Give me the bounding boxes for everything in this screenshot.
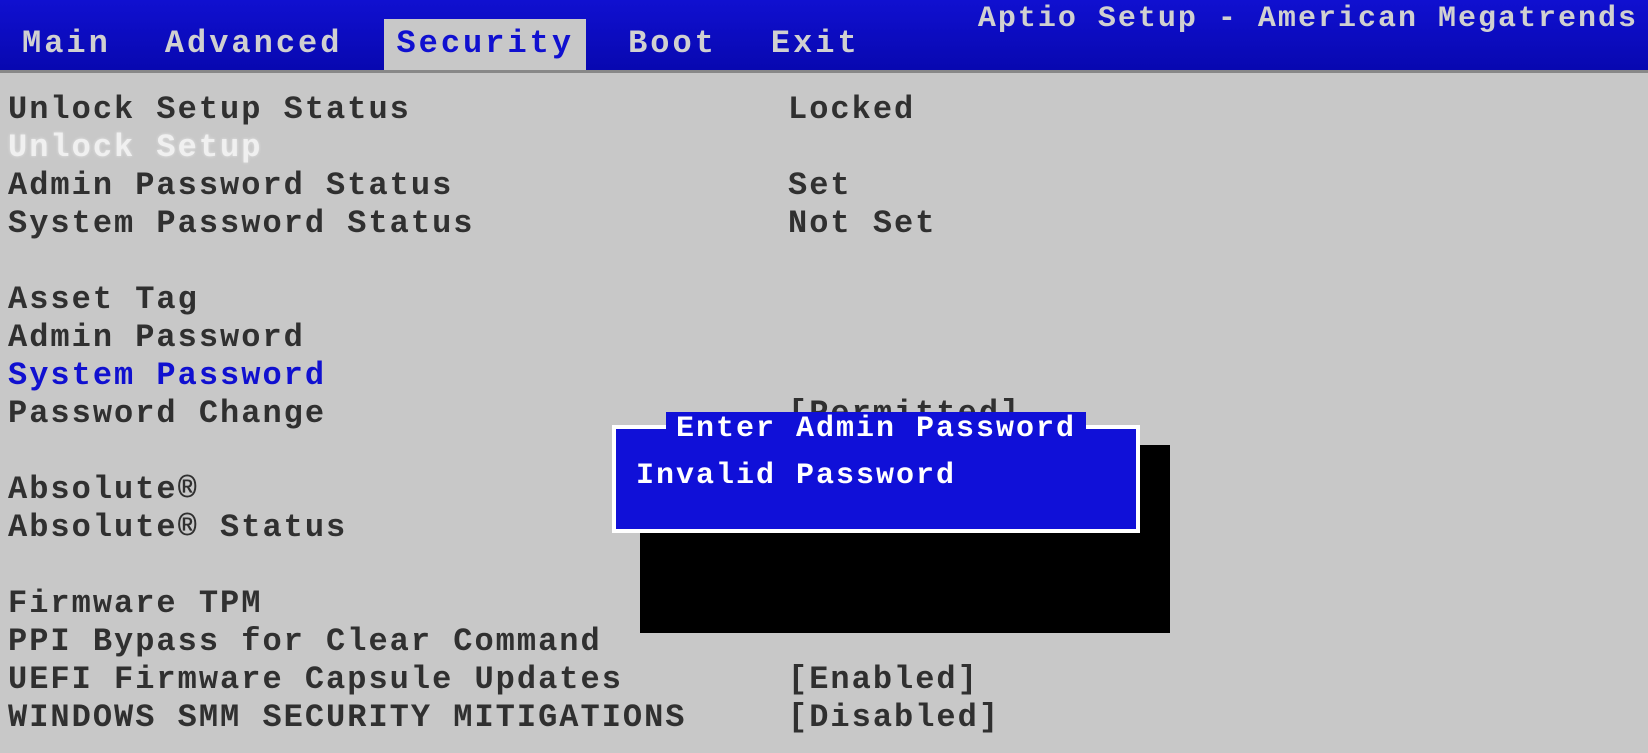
label-unlock-setup: Unlock Setup [8, 129, 788, 167]
tab-security[interactable]: Security [384, 19, 586, 70]
tab-main[interactable]: Main [10, 19, 123, 70]
bios-header: Aptio Setup - American Megatrends Main A… [0, 0, 1648, 70]
label-system-password-status: System Password Status [8, 205, 788, 243]
bios-title: Aptio Setup - American Megatrends [978, 2, 1638, 36]
label-smm-mitigations: WINDOWS SMM SECURITY MITIGATIONS [8, 699, 788, 737]
row-smm-mitigations[interactable]: WINDOWS SMM SECURITY MITIGATIONS [Disabl… [8, 699, 1648, 737]
row-unlock-setup-status: Unlock Setup Status Locked [8, 91, 1648, 129]
tab-boot[interactable]: Boot [616, 19, 729, 70]
dialog-title-wrap: Enter Admin Password [616, 409, 1136, 446]
label-admin-password-status: Admin Password Status [8, 167, 788, 205]
row-uefi-capsule[interactable]: UEFI Firmware Capsule Updates [Enabled] [8, 661, 1648, 699]
label-asset-tag: Asset Tag [8, 281, 788, 319]
password-dialog[interactable]: Enter Admin Password Invalid Password [612, 425, 1140, 533]
value-unlock-setup-status: Locked [788, 91, 915, 129]
security-content: Unlock Setup Status Locked Unlock Setup … [0, 73, 1648, 737]
label-admin-password: Admin Password [8, 319, 788, 357]
value-uefi-capsule: [Enabled] [788, 661, 979, 699]
label-uefi-capsule: UEFI Firmware Capsule Updates [8, 661, 788, 699]
value-admin-password-status: Set [788, 167, 852, 205]
tab-advanced[interactable]: Advanced [153, 19, 355, 70]
row-unlock-setup[interactable]: Unlock Setup [8, 129, 1648, 167]
row-system-password[interactable]: System Password [8, 357, 1648, 395]
value-smm-mitigations: [Disabled] [788, 699, 1000, 737]
value-system-password-status: Not Set [788, 205, 936, 243]
row-system-password-status: System Password Status Not Set [8, 205, 1648, 243]
row-asset-tag[interactable]: Asset Tag [8, 281, 1648, 319]
row-admin-password-status: Admin Password Status Set [8, 167, 1648, 205]
label-unlock-setup-status: Unlock Setup Status [8, 91, 788, 129]
label-system-password: System Password [8, 357, 788, 395]
row-admin-password[interactable]: Admin Password [8, 319, 1648, 357]
tab-exit[interactable]: Exit [759, 19, 872, 70]
dialog-title: Enter Admin Password [666, 412, 1086, 446]
spacer [8, 243, 1648, 281]
